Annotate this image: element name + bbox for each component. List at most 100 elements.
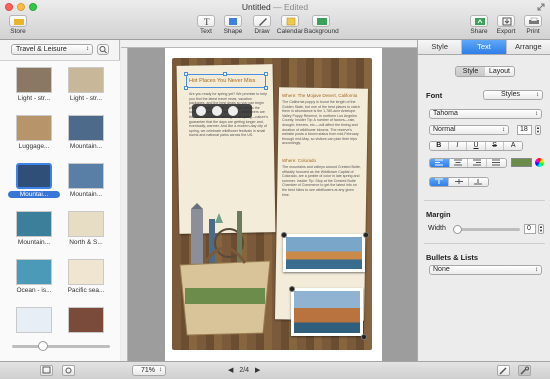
- right-body-text-2[interactable]: The mountains and valleys around Crested…: [282, 165, 362, 205]
- margin-section-label: Margin: [426, 210, 451, 219]
- coast-photo[interactable]: [291, 288, 363, 336]
- template-view-button[interactable]: [40, 365, 53, 376]
- styles-select[interactable]: Styles ↕: [483, 90, 543, 100]
- margin-width-slider[interactable]: [453, 225, 520, 234]
- align-middle-button[interactable]: [449, 178, 469, 186]
- document-page[interactable]: Hot Places You Never Miss Are you ready …: [165, 48, 382, 361]
- gear-icon: [65, 367, 72, 374]
- template-thumbnail[interactable]: Light - str...: [60, 67, 112, 102]
- align-top-button[interactable]: [430, 178, 450, 186]
- font-size-stepper[interactable]: ▲ ▼: [535, 125, 541, 135]
- strikethrough-button[interactable]: S: [485, 142, 505, 150]
- text-subtabs: Style Layout: [455, 66, 515, 77]
- thumbnail-label: Mountai...: [8, 191, 60, 198]
- template-thumbnail[interactable]: Light - str...: [8, 67, 60, 102]
- template-thumbnail[interactable]: North & S...: [60, 211, 112, 246]
- align-bottom-button[interactable]: [468, 178, 488, 186]
- template-sidebar: Travel & Leisure ↕ Light - str... Light -…: [0, 40, 120, 379]
- underline-button[interactable]: U: [467, 142, 486, 150]
- template-thumbnail[interactable]: Mountain...: [8, 211, 60, 246]
- template-thumbnail[interactable]: Pacific sea...: [60, 259, 112, 294]
- chevron-updown-icon: ↕: [536, 92, 539, 98]
- template-thumbnail[interactable]: Mountain...: [60, 163, 112, 198]
- category-select[interactable]: Travel & Leisure ↕: [11, 44, 93, 55]
- justify-button[interactable]: [486, 159, 506, 167]
- wrench-icon: [520, 366, 529, 375]
- store-button[interactable]: Store: [1, 15, 35, 39]
- text-color-swatch[interactable]: [511, 158, 532, 167]
- template-thumbnail[interactable]: Ocean - is...: [8, 259, 60, 294]
- document-canvas[interactable]: Hot Places You Never Miss Are you ready …: [128, 48, 417, 361]
- template-thumbnail[interactable]: Mountai...: [8, 163, 60, 198]
- clipart-view-button[interactable]: [62, 365, 75, 376]
- print-button[interactable]: Print: [516, 15, 550, 39]
- svg-text:T: T: [204, 17, 210, 26]
- resize-handle[interactable]: [264, 86, 268, 90]
- zoom-select[interactable]: 71% ↕: [132, 365, 166, 376]
- toolbar: Untitled — Edited Store T Text Shape Dra…: [0, 0, 550, 40]
- share-icon: [470, 15, 488, 27]
- text-effects-button[interactable]: A: [504, 142, 522, 150]
- thumbnail-label: Ocean - is...: [16, 287, 52, 294]
- margin-width-field[interactable]: 0: [524, 224, 536, 234]
- resize-handle[interactable]: [184, 86, 188, 90]
- slider-knob[interactable]: [38, 341, 48, 351]
- bold-button[interactable]: B: [430, 142, 449, 150]
- beach-cliffs-photo[interactable]: [283, 234, 365, 272]
- align-center-button[interactable]: [449, 159, 469, 167]
- page-navigator: ◀ 2/4 ▶: [228, 366, 260, 374]
- color-wheel-icon[interactable]: [535, 158, 544, 167]
- background-button[interactable]: Background: [304, 15, 339, 39]
- template-thumbnail[interactable]: [60, 307, 112, 335]
- slider-knob[interactable]: [453, 225, 462, 234]
- tab-style[interactable]: Style: [418, 40, 463, 54]
- italic-button[interactable]: I: [448, 142, 468, 150]
- bullets-select[interactable]: None ↕: [429, 265, 542, 275]
- text-icon: T: [197, 15, 215, 27]
- bullets-section-label: Bullets & Lists: [426, 253, 479, 262]
- right-body-text[interactable]: The California poppy is found the length…: [282, 100, 362, 156]
- send-backward-icon[interactable]: [212, 106, 222, 116]
- tab-arrange[interactable]: Arrange: [506, 40, 550, 54]
- calendar-icon: [281, 15, 299, 27]
- search-button[interactable]: [97, 44, 109, 55]
- template-thumbnail[interactable]: Mountain...: [60, 115, 112, 150]
- calendar-button[interactable]: Calendar: [273, 15, 307, 39]
- margin-width-stepper[interactable]: ▲ ▼: [538, 224, 544, 234]
- next-page-icon[interactable]: ▶: [255, 367, 260, 374]
- fullscreen-icon[interactable]: [537, 3, 545, 11]
- thumbnail-label: Mountain...: [69, 191, 103, 198]
- right-heading[interactable]: Where: The Mojave Desert, California: [282, 93, 357, 98]
- inspector-tabs: Style Text Arrange: [418, 40, 550, 55]
- template-thumbnail[interactable]: Luggage...: [8, 115, 60, 150]
- bullets-value: None: [433, 266, 450, 273]
- text-selection-box[interactable]: [184, 72, 268, 90]
- resize-handle[interactable]: [223, 72, 227, 76]
- edited-status: — Edited: [273, 2, 309, 12]
- font-weight-select[interactable]: Normal ↕: [429, 125, 509, 135]
- thumbnail-size-slider[interactable]: [12, 341, 110, 351]
- tab-text[interactable]: Text: [462, 40, 507, 54]
- subtab-layout[interactable]: Layout: [485, 67, 514, 76]
- format-brush-button[interactable]: [497, 365, 510, 376]
- delete-icon[interactable]: [228, 106, 238, 116]
- align-middle-icon: [454, 179, 463, 184]
- resize-handle[interactable]: [264, 72, 268, 76]
- thumbnail-label: North & S...: [69, 239, 103, 246]
- font-size-field[interactable]: 18: [517, 125, 532, 135]
- thumbnail-grid: Light - str... Light - str... Luggage... Mo…: [0, 60, 120, 379]
- font-weight-value: Normal: [433, 126, 456, 133]
- template-thumbnail[interactable]: [8, 307, 60, 335]
- align-right-button[interactable]: [468, 159, 487, 167]
- align-left-button[interactable]: [430, 159, 450, 167]
- font-family-select[interactable]: Tahoma ↕: [429, 109, 542, 119]
- inspector-toggle-button[interactable]: [518, 365, 531, 376]
- brush-icon: [499, 367, 507, 375]
- right-heading-2[interactable]: Where: Colorado: [282, 158, 316, 163]
- subtab-style[interactable]: Style: [456, 67, 485, 76]
- resize-handle[interactable]: [184, 72, 188, 76]
- thumbnail-label: Light - str...: [69, 95, 103, 102]
- previous-page-icon[interactable]: ◀: [228, 367, 233, 374]
- bring-forward-icon[interactable]: [196, 106, 206, 116]
- thumbnail-image: [16, 115, 52, 141]
